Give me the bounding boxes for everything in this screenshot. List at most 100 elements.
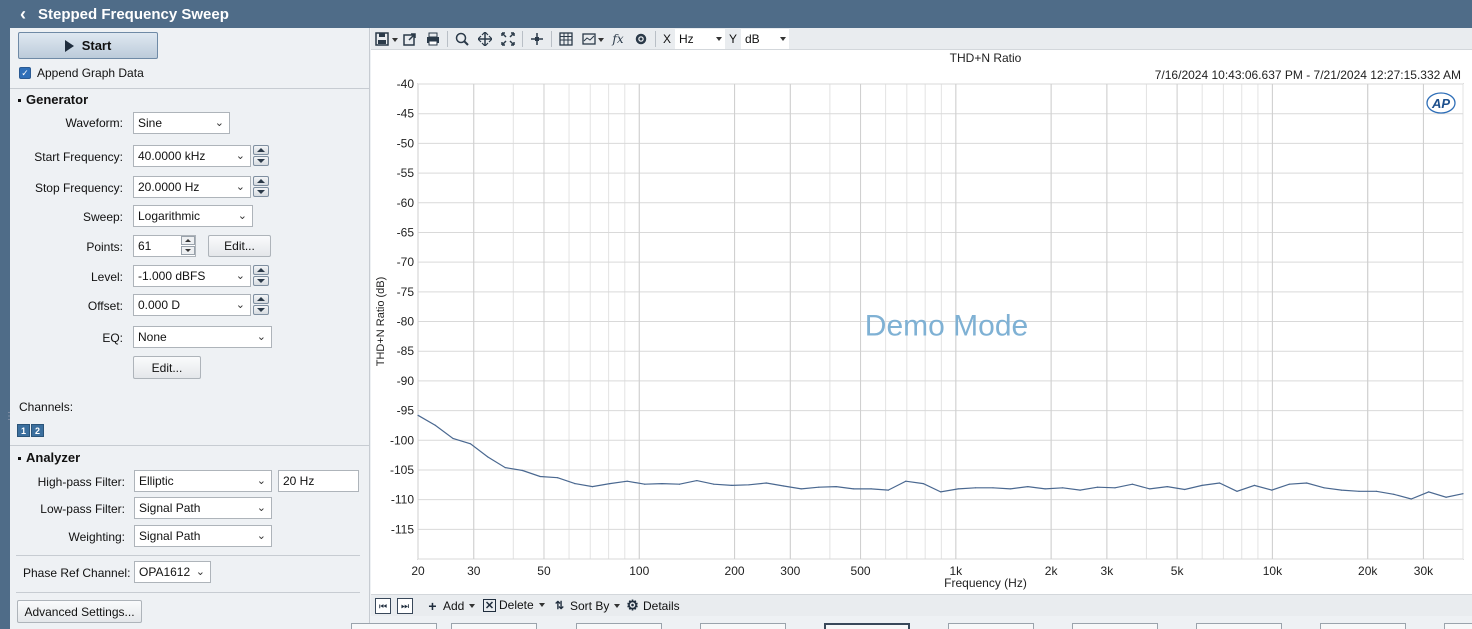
eq-edit-button[interactable]: Edit... [133,356,201,379]
data-point [644,483,646,485]
thd-n-ratio-chart[interactable]: -40 -45 -50 -55 -60 -65 -70 -75 -80 -85 -90 -95 -100… [371,50,1472,594]
phase-ref-channel-select[interactable]: OPA1612 ⌄ [134,561,211,583]
chevron-down-icon: ⌄ [256,331,266,343]
x-tick-label: 2k [1045,564,1059,578]
graph-tab[interactable] [351,623,437,629]
function-icon[interactable]: fx [609,30,627,48]
high-pass-filter-label: High-pass Filter: [37,475,125,489]
data-point [1358,490,1360,492]
details-button[interactable]: ⚙ Details [625,597,679,613]
high-pass-filter-select[interactable]: Elliptic ⌄ [134,470,272,492]
graph-tab[interactable] [576,623,662,629]
pan-icon[interactable] [476,30,494,48]
display-menu-caret[interactable] [598,38,604,42]
start-frequency-stepper[interactable] [253,145,269,167]
delete-button[interactable]: ✕ Delete [483,598,545,612]
export-icon[interactable] [401,30,419,48]
graph-tab[interactable] [1444,623,1472,629]
graph-tab[interactable] [948,623,1034,629]
data-point [522,469,524,472]
data-point [1462,493,1464,495]
data-point [574,483,576,485]
data-point [452,437,454,440]
chevron-down-icon: ⌄ [235,150,245,162]
eq-label: EQ: [102,331,123,345]
graph-tab[interactable] [1072,623,1158,629]
data-point [922,483,924,485]
data-point [1044,488,1046,490]
graph-tab-active[interactable] [824,623,910,629]
fit-icon[interactable] [499,30,517,48]
stop-frequency-input[interactable]: 20.0000 Hz ⌄ [133,176,251,198]
high-pass-frequency-input[interactable]: 20 Hz [278,470,359,492]
channel-1-button[interactable]: 1 [17,424,30,437]
start-frequency-input[interactable]: 40.0000 kHz ⌄ [133,145,251,167]
stop-frequency-stepper[interactable] [253,176,269,198]
data-point [1236,490,1238,492]
chevron-down-icon: ⌄ [235,299,245,311]
data-point [1114,487,1116,489]
start-button[interactable]: Start [18,32,158,59]
start-frequency-label: Start Frequency: [34,150,123,164]
first-page-icon[interactable]: ⏮ [375,598,391,614]
y-tick-label: -50 [397,136,415,150]
settings-icon[interactable] [632,30,650,48]
data-point [1445,496,1447,498]
back-arrow-icon[interactable]: ‹ [12,0,34,28]
data-point [940,491,942,493]
resize-grip-icon[interactable]: ⋮ [4,412,14,453]
analyzer-heading[interactable]: Analyzer [18,450,80,465]
points-stepper[interactable] [181,236,195,256]
graph-tab[interactable] [1196,623,1282,629]
sweep-select[interactable]: Logarithmic ⌄ [133,205,253,227]
x-tick-label: 20 [411,564,425,578]
low-pass-filter-select[interactable]: Signal Path ⌄ [134,497,272,519]
y-tick-label: -105 [390,463,414,477]
data-point [1079,489,1081,491]
zoom-icon[interactable] [453,30,471,48]
waveform-select[interactable]: Sine ⌄ [133,112,230,134]
start-label: Start [81,38,112,53]
graph-tab[interactable] [1320,623,1406,629]
save-menu-caret[interactable] [392,38,398,42]
divider [16,555,360,556]
level-input[interactable]: -1.000 dBFS ⌄ [133,265,251,287]
graph-tab[interactable] [700,623,786,629]
save-icon[interactable] [373,30,391,48]
data-point [1288,483,1290,485]
offset-stepper[interactable] [253,294,269,316]
add-button[interactable]: + Add [425,598,476,614]
data-point [1062,487,1064,489]
points-edit-button[interactable]: Edit... [208,235,271,257]
y-unit-select[interactable]: dB [741,29,789,49]
data-point [974,487,977,489]
cursor-icon[interactable] [528,30,546,48]
x-unit-select[interactable]: Hz [675,29,725,49]
data-point [905,480,907,482]
last-page-icon[interactable]: ⏭ [397,598,413,614]
data-point [504,467,506,469]
print-icon[interactable] [424,30,442,48]
offset-input[interactable]: 0.000 D ⌄ [133,294,251,316]
play-icon [64,39,74,52]
data-point [1253,484,1255,486]
table-icon[interactable] [557,30,575,48]
graph-tab[interactable] [451,623,537,629]
display-icon[interactable] [580,30,598,48]
sort-by-button[interactable]: ⇅ Sort By [552,598,621,613]
y-tick-label: -45 [397,107,415,121]
advanced-settings-button[interactable]: Advanced Settings... [17,600,142,623]
data-point [1393,493,1395,495]
generator-heading[interactable]: Generator [18,92,88,107]
weighting-select[interactable]: Signal Path ⌄ [134,525,272,547]
level-stepper[interactable] [253,265,269,287]
graph-tab-strip [351,616,1472,629]
eq-select[interactable]: None ⌄ [133,326,272,348]
data-point [1009,488,1012,490]
data-point [1166,486,1168,488]
channel-2-button[interactable]: 2 [31,424,44,437]
chevron-down-icon: ⌄ [235,270,245,282]
data-point [783,485,785,487]
append-graph-data-checkbox[interactable]: ✓ [19,67,31,79]
data-point [765,482,767,484]
